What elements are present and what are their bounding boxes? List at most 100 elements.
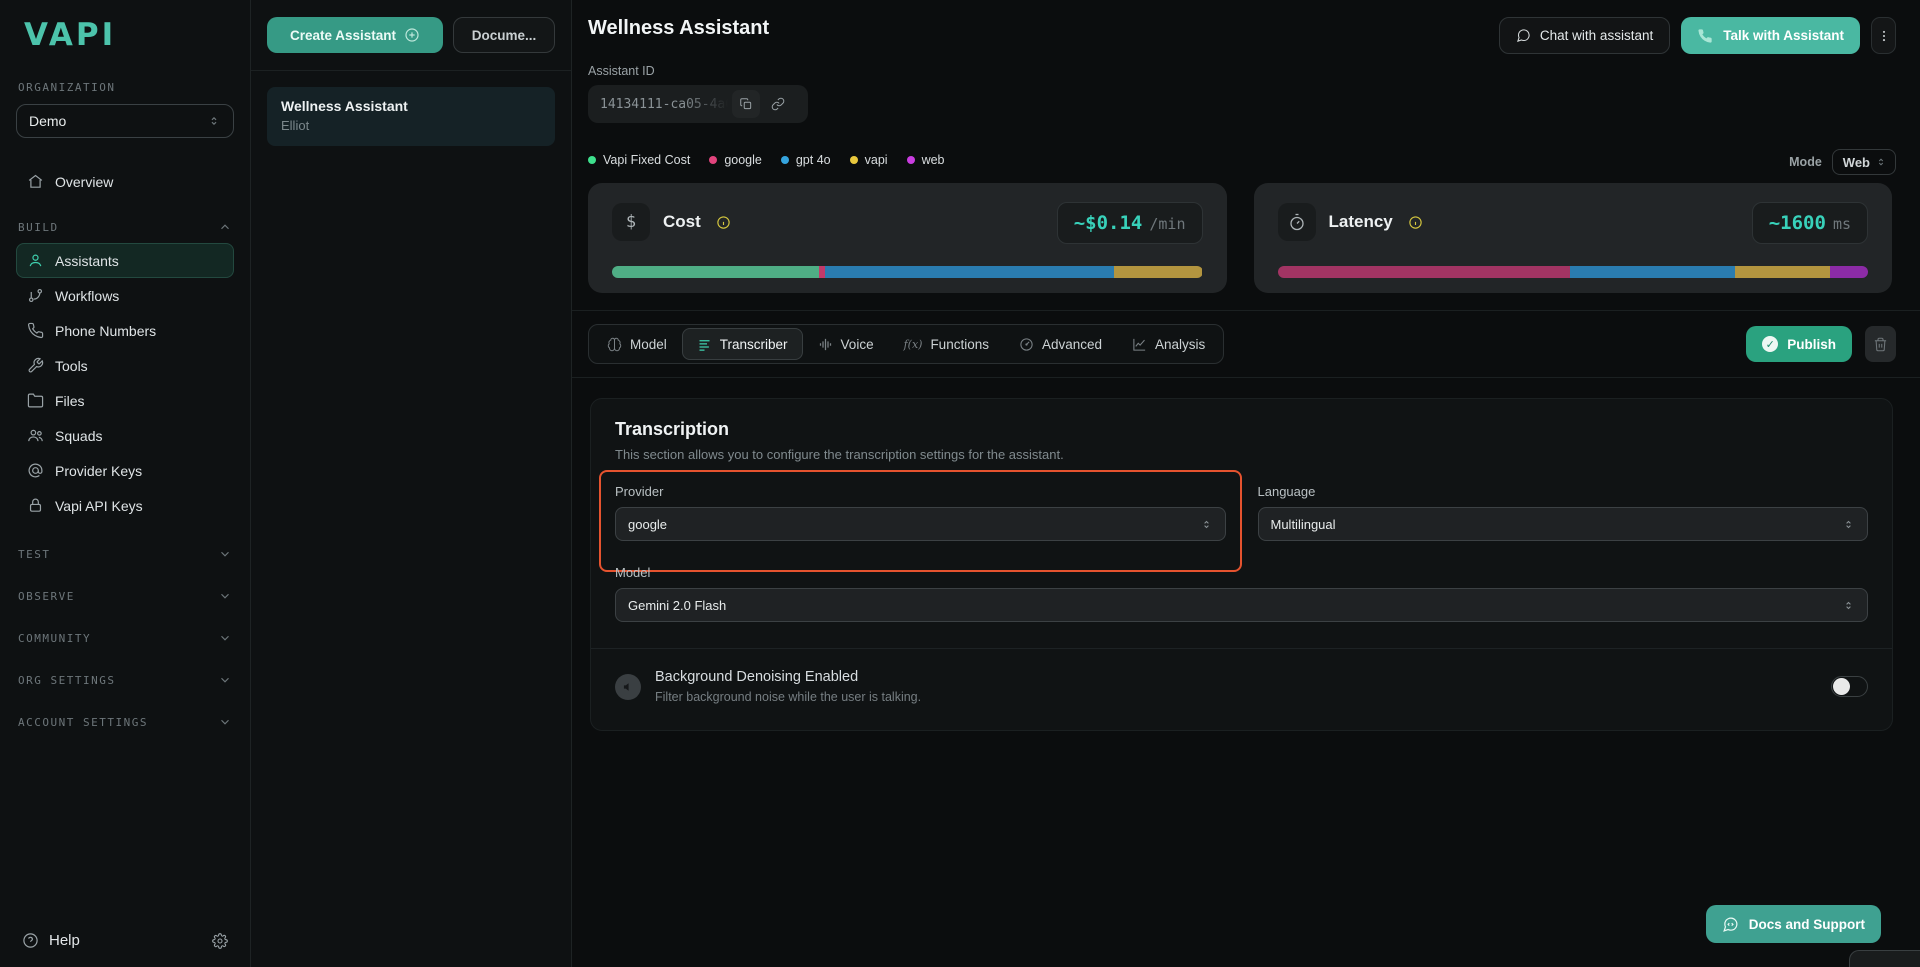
tab-transcriber[interactable]: Transcriber bbox=[682, 328, 803, 360]
latency-card: Latency ~1600 ms bbox=[1254, 183, 1893, 293]
assistant-list-toolbar: Create Assistant Docume... bbox=[251, 0, 571, 71]
sidebar-item-label: Files bbox=[55, 393, 85, 409]
latency-value-pill: ~1600 ms bbox=[1752, 202, 1868, 244]
assistant-config-tabs: Model Transcriber Voice f(x) Functions bbox=[588, 324, 1224, 364]
copy-icon[interactable] bbox=[732, 90, 760, 118]
info-icon[interactable] bbox=[716, 215, 731, 230]
updown-chevron-icon bbox=[1842, 599, 1855, 612]
create-assistant-button[interactable]: Create Assistant bbox=[267, 17, 443, 53]
cost-unit: /min bbox=[1149, 215, 1185, 233]
gear-icon[interactable] bbox=[212, 933, 228, 949]
chart-icon bbox=[1132, 337, 1147, 352]
sidebar-item-provider-keys[interactable]: Provider Keys bbox=[16, 453, 234, 488]
chevron-down-icon bbox=[218, 589, 232, 603]
sidebar-group-test[interactable]: TEST bbox=[16, 533, 234, 575]
language-select[interactable]: Multilingual bbox=[1258, 507, 1869, 541]
badge-gpt-4o: gpt 4o bbox=[781, 153, 831, 167]
denoising-title: Background Denoising Enabled bbox=[655, 669, 921, 685]
updown-chevron-icon bbox=[1200, 518, 1213, 531]
chevron-down-icon bbox=[218, 715, 232, 729]
sidebar-item-phone-numbers[interactable]: Phone Numbers bbox=[16, 313, 234, 348]
transcription-panel: Transcription This section allows you to… bbox=[590, 398, 1893, 731]
lock-icon bbox=[27, 497, 44, 514]
organization-select-value: Demo bbox=[29, 113, 66, 129]
chevron-down-icon bbox=[218, 547, 232, 561]
model-select[interactable]: Gemini 2.0 Flash bbox=[615, 588, 1868, 622]
sidebar-item-tools[interactable]: Tools bbox=[16, 348, 234, 383]
tab-analysis[interactable]: Analysis bbox=[1117, 328, 1220, 360]
documents-button[interactable]: Docume... bbox=[453, 17, 555, 53]
sidebar-item-label: Phone Numbers bbox=[55, 323, 156, 339]
function-icon: f(x) bbox=[904, 338, 923, 351]
publish-button[interactable]: ✓ Publish bbox=[1746, 326, 1852, 362]
sidebar-item-overview[interactable]: Overview bbox=[16, 164, 234, 199]
help-link[interactable]: Help bbox=[49, 932, 80, 949]
sidebar-item-label: Workflows bbox=[55, 288, 119, 304]
transcript-lines-icon bbox=[697, 337, 712, 352]
sidebar-item-vapi-api-keys[interactable]: Vapi API Keys bbox=[16, 488, 234, 523]
chevron-up-icon bbox=[218, 220, 232, 234]
info-icon[interactable] bbox=[1408, 215, 1423, 230]
assistant-list-item[interactable]: Wellness Assistant Elliot bbox=[267, 87, 555, 146]
updown-chevron-icon bbox=[207, 114, 221, 128]
docs-and-support-button[interactable]: Docs and Support bbox=[1706, 905, 1881, 943]
sidebar: VAPI ORGANIZATION Demo Overview BUILD As… bbox=[0, 0, 251, 967]
provider-highlight-ring: Provider google bbox=[599, 470, 1242, 572]
denoising-subtitle: Filter background noise while the user i… bbox=[655, 690, 921, 704]
stopwatch-icon bbox=[1278, 203, 1316, 241]
sidebar-item-assistants[interactable]: Assistants bbox=[16, 243, 234, 278]
background-denoising-row: Background Denoising Enabled Filter back… bbox=[615, 669, 1868, 704]
sidebar-group-observe[interactable]: OBSERVE bbox=[16, 575, 234, 617]
house-icon bbox=[27, 173, 44, 190]
tab-model[interactable]: Model bbox=[592, 328, 682, 360]
badge-dot bbox=[781, 156, 789, 164]
latency-unit: ms bbox=[1833, 215, 1851, 233]
chat-with-assistant-button[interactable]: Chat with assistant bbox=[1499, 17, 1670, 54]
assistant-list-panel: Create Assistant Docume... Wellness Assi… bbox=[251, 0, 572, 967]
user-icon bbox=[27, 252, 44, 269]
cost-breakdown-bar bbox=[612, 266, 1203, 278]
plus-circle-icon bbox=[404, 27, 420, 43]
tab-voice[interactable]: Voice bbox=[803, 328, 889, 360]
sidebar-item-squads[interactable]: Squads bbox=[16, 418, 234, 453]
sidebar-group-account-settings[interactable]: ACCOUNT SETTINGS bbox=[16, 701, 234, 743]
sidebar-group-community[interactable]: COMMUNITY bbox=[16, 617, 234, 659]
sidebar-item-files[interactable]: Files bbox=[16, 383, 234, 418]
delete-assistant-button[interactable] bbox=[1865, 326, 1896, 362]
mode-select[interactable]: Web bbox=[1832, 149, 1896, 175]
cost-value: ~$0.14 bbox=[1074, 212, 1143, 234]
sidebar-group-org-settings[interactable]: ORG SETTINGS bbox=[16, 659, 234, 701]
link-icon[interactable] bbox=[764, 90, 792, 118]
chat-code-icon bbox=[1722, 916, 1739, 933]
phone-icon bbox=[27, 322, 44, 339]
corner-widget[interactable] bbox=[1849, 950, 1920, 967]
sidebar-item-label: Vapi API Keys bbox=[55, 498, 143, 514]
more-options-button[interactable] bbox=[1871, 17, 1896, 54]
tab-advanced[interactable]: Advanced bbox=[1004, 328, 1117, 360]
check-circle-icon: ✓ bbox=[1762, 336, 1778, 352]
sidebar-item-label: Assistants bbox=[55, 253, 119, 269]
latency-breakdown-bar bbox=[1278, 266, 1869, 278]
folder-icon bbox=[27, 392, 44, 409]
badge-web: web bbox=[907, 153, 945, 167]
cost-card: $ Cost ~$0.14 /min bbox=[588, 183, 1227, 293]
git-branch-icon bbox=[27, 287, 44, 304]
assistant-id-label: Assistant ID bbox=[588, 64, 1920, 78]
sidebar-group-build[interactable]: BUILD bbox=[16, 211, 234, 243]
vapi-logo: VAPI bbox=[24, 20, 234, 51]
chevron-down-icon bbox=[218, 631, 232, 645]
tab-functions[interactable]: f(x) Functions bbox=[889, 328, 1004, 360]
talk-with-assistant-button[interactable]: Talk with Assistant bbox=[1681, 17, 1860, 54]
sidebar-item-workflows[interactable]: Workflows bbox=[16, 278, 234, 313]
header-actions: Chat with assistant Talk with Assistant bbox=[1499, 17, 1896, 54]
provider-label: Provider bbox=[615, 484, 1226, 499]
help-circle-icon bbox=[22, 932, 39, 949]
provider-select[interactable]: google bbox=[615, 507, 1226, 541]
organization-select[interactable]: Demo bbox=[16, 104, 234, 138]
badge-google: google bbox=[709, 153, 762, 167]
sidebar-item-label: Squads bbox=[55, 428, 102, 444]
denoising-toggle[interactable] bbox=[1831, 676, 1868, 697]
assistant-name: Wellness Assistant bbox=[281, 98, 541, 114]
badge-dot bbox=[907, 156, 915, 164]
sidebar-footer: Help bbox=[16, 932, 234, 949]
